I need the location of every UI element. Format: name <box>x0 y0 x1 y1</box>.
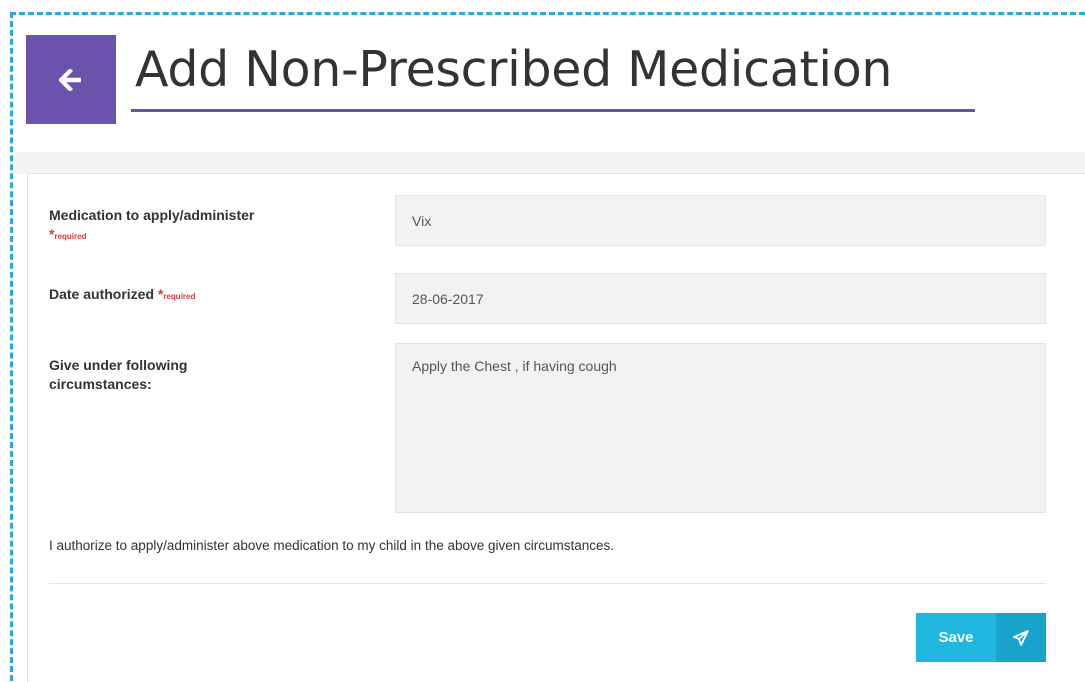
title-underline <box>131 109 975 112</box>
circumstances-label-line2: circumstances: <box>49 376 152 392</box>
save-button[interactable]: Save <box>916 613 1046 662</box>
circumstances-label-line1: Give under following <box>49 357 188 373</box>
required-indicator: *required <box>49 226 87 242</box>
back-button[interactable] <box>26 35 116 124</box>
paper-plane-icon <box>996 613 1046 662</box>
authorization-statement: I authorize to apply/administer above me… <box>49 538 615 553</box>
arrow-left-icon <box>59 68 81 91</box>
date-label-text: Date authorized <box>49 286 155 302</box>
dashed-border-top <box>10 12 1085 15</box>
form-divider <box>49 583 1046 584</box>
date-authorized-input[interactable] <box>395 273 1046 324</box>
dashed-border-left <box>10 12 13 681</box>
medication-input[interactable] <box>395 195 1046 246</box>
required-indicator: *required <box>157 286 196 302</box>
medication-label: Medication to apply/administer *required <box>49 206 349 246</box>
date-label: Date authorized *required <box>49 285 349 306</box>
medication-label-text: Medication to apply/administer <box>49 207 255 223</box>
save-button-label: Save <box>916 613 996 662</box>
circumstances-textarea[interactable]: Apply the Chest , if having cough <box>395 343 1046 513</box>
page-title: Add Non-Prescribed Medication <box>135 41 893 98</box>
header-divider-band <box>13 152 1085 174</box>
circumstances-label: Give under following circumstances: <box>49 356 349 394</box>
